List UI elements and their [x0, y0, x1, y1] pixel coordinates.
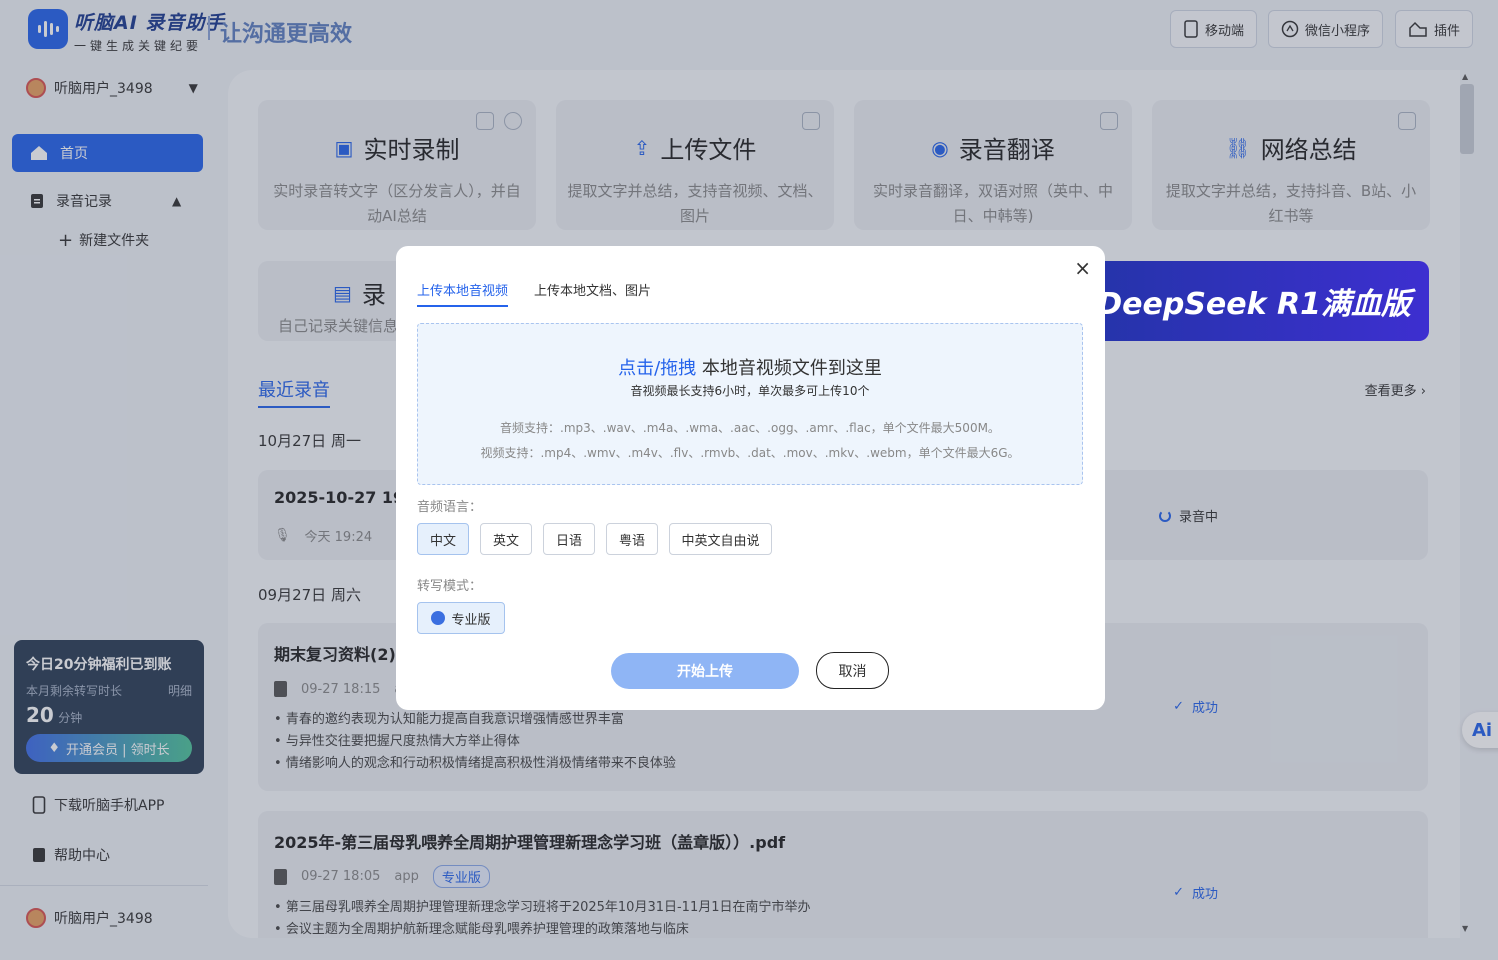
deepseek-banner[interactable]: DeepSeek R1满血版: [1080, 261, 1429, 341]
video-format-info: 视频支持：.mp4、.wmv、.m4v、.flv、.rmvb、.dat、.mov…: [480, 446, 1020, 460]
tab-upload-doc[interactable]: 上传本地文档、图片: [534, 280, 651, 299]
shield-check-icon: [431, 611, 446, 625]
file-dropzone[interactable]: 点击/拖拽 本地音视频文件到这里 音视频最长支持6小时，单次最多可上传10个 音…: [417, 323, 1083, 485]
lang-option-mixed[interactable]: 中英文自由说: [669, 523, 772, 555]
tab-upload-av[interactable]: 上传本地音视频: [417, 280, 509, 307]
lang-option-en[interactable]: 英文: [480, 523, 532, 555]
audio-format-info: 音频支持：.mp3、.wav、.m4a、.wma、.aac、.ogg、.amr、…: [500, 421, 1000, 435]
banner-text: DeepSeek R1满血版: [1097, 287, 1411, 322]
dropzone-link[interactable]: 点击/拖拽: [618, 358, 696, 379]
lang-option-zh[interactable]: 中文: [417, 523, 469, 555]
lang-option-ja[interactable]: 日语: [543, 523, 595, 555]
close-icon[interactable]: ×: [1074, 256, 1091, 280]
start-upload-button[interactable]: 开始上传: [611, 653, 799, 689]
dropzone-text: 本地音视频文件到这里: [696, 358, 882, 379]
mode-option-pro[interactable]: 专业版: [417, 602, 505, 634]
lang-option-yue[interactable]: 粤语: [606, 523, 658, 555]
cancel-button[interactable]: 取消: [816, 652, 889, 689]
mode-option-label: 专业版: [451, 612, 491, 628]
language-label: 音频语言：: [417, 500, 483, 515]
upload-dialog: × 上传本地音视频 上传本地文档、图片 点击/拖拽 本地音视频文件到这里 音视频…: [396, 246, 1105, 710]
dropzone-limit: 音视频最长支持6小时，单次最多可上传10个: [630, 384, 870, 398]
mode-label: 转写模式：: [417, 579, 483, 594]
